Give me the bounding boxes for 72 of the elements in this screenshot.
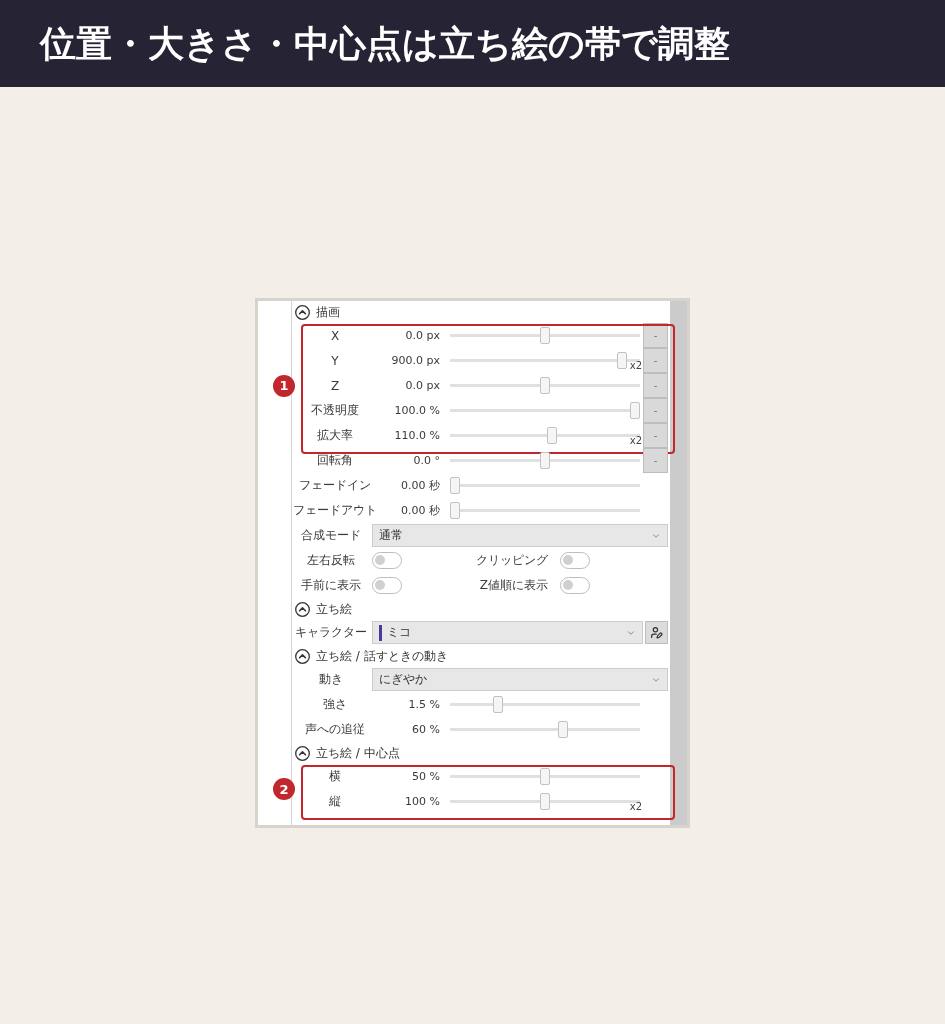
slider-track[interactable]: x2: [450, 793, 640, 810]
multiplier-text: x2: [629, 802, 642, 812]
field-label: 声への追従: [305, 721, 365, 738]
slider-thumb[interactable]: [617, 352, 628, 369]
section-header[interactable]: 立ち絵 / 話すときの動き: [292, 645, 448, 667]
value-text: 0.00 秒: [401, 478, 440, 493]
field-label: Y: [331, 353, 339, 368]
toggle-switch[interactable]: [560, 552, 590, 569]
toggle-switch[interactable]: [372, 577, 402, 594]
slider-thumb[interactable]: [547, 427, 558, 444]
value-text: 60 %: [412, 723, 440, 736]
slider-thumb[interactable]: [450, 502, 460, 519]
slider-track[interactable]: x2: [450, 352, 640, 369]
minus-button[interactable]: -: [643, 323, 668, 348]
callout-badge: 1: [273, 374, 295, 397]
slider-track[interactable]: x2: [450, 427, 640, 444]
value-text: 100 %: [405, 795, 440, 808]
slider-thumb[interactable]: [540, 377, 550, 394]
dropdown[interactable]: 通常: [372, 524, 668, 547]
value-text: 0.00 秒: [401, 503, 440, 518]
field-label: キャラクター: [295, 624, 367, 641]
field-label: 合成モード: [301, 527, 361, 544]
multiplier-text: x2: [629, 361, 642, 371]
minus-button[interactable]: -: [643, 398, 668, 423]
value-text: 0.0 °: [413, 454, 440, 467]
callout-badge: 2: [273, 778, 295, 800]
section-header[interactable]: 描画: [292, 301, 340, 323]
minus-button[interactable]: -: [643, 423, 668, 448]
slider-thumb[interactable]: [540, 327, 550, 344]
slider-thumb[interactable]: [540, 452, 550, 469]
slider-thumb[interactable]: [630, 402, 640, 419]
minus-button[interactable]: -: [643, 348, 668, 373]
value-text: 0.0 px: [405, 379, 440, 392]
value-text: 50 %: [412, 770, 440, 783]
multiplier-text: x2: [629, 436, 642, 446]
value-text: 1.5 %: [408, 698, 440, 711]
field-label: フェードイン: [299, 477, 371, 494]
toggle-switch[interactable]: [372, 552, 402, 569]
value-text: 0.0 px: [405, 329, 440, 342]
field-label: X: [330, 328, 340, 343]
value-text: 900.0 px: [391, 354, 440, 367]
page-title: 位置・大きさ・中心点は立ち絵の帯で調整: [40, 21, 730, 66]
scrollbar[interactable]: [670, 301, 687, 825]
dropdown[interactable]: にぎやか: [372, 668, 668, 691]
slider-thumb[interactable]: [450, 477, 460, 494]
character-dropdown[interactable]: ミコ: [372, 621, 643, 644]
field-label: 回転角: [317, 452, 353, 469]
character-settings-button[interactable]: [645, 621, 668, 644]
field-label: 横: [329, 768, 341, 785]
slider-thumb[interactable]: [558, 721, 568, 738]
toggle-switch[interactable]: [560, 577, 590, 594]
field-label: 縦: [329, 793, 341, 810]
toggle-label: クリッピング: [476, 552, 548, 569]
section-header[interactable]: 立ち絵: [292, 598, 352, 620]
minus-button[interactable]: -: [643, 373, 668, 398]
slider-thumb[interactable]: [540, 793, 550, 810]
section-header[interactable]: 立ち絵 / 中心点: [292, 742, 400, 764]
field-label: フェードアウト: [293, 502, 377, 519]
toggle-label: 手前に表示: [301, 577, 361, 594]
value-text: 100.0 %: [394, 404, 440, 417]
person-pencil-icon: [650, 626, 663, 639]
toggle-label: 左右反転: [307, 552, 355, 569]
field-label: 動き: [319, 671, 343, 688]
toggle-label: Z値順に表示: [479, 577, 548, 594]
field-label: Z: [330, 378, 340, 393]
value-text: 110.0 %: [394, 429, 440, 442]
field-label: 強さ: [323, 696, 347, 713]
slider-thumb[interactable]: [540, 768, 550, 785]
field-label: 拡大率: [317, 427, 353, 444]
slider-thumb[interactable]: [493, 696, 504, 713]
field-label: 不透明度: [311, 402, 359, 419]
minus-button[interactable]: -: [643, 448, 668, 473]
